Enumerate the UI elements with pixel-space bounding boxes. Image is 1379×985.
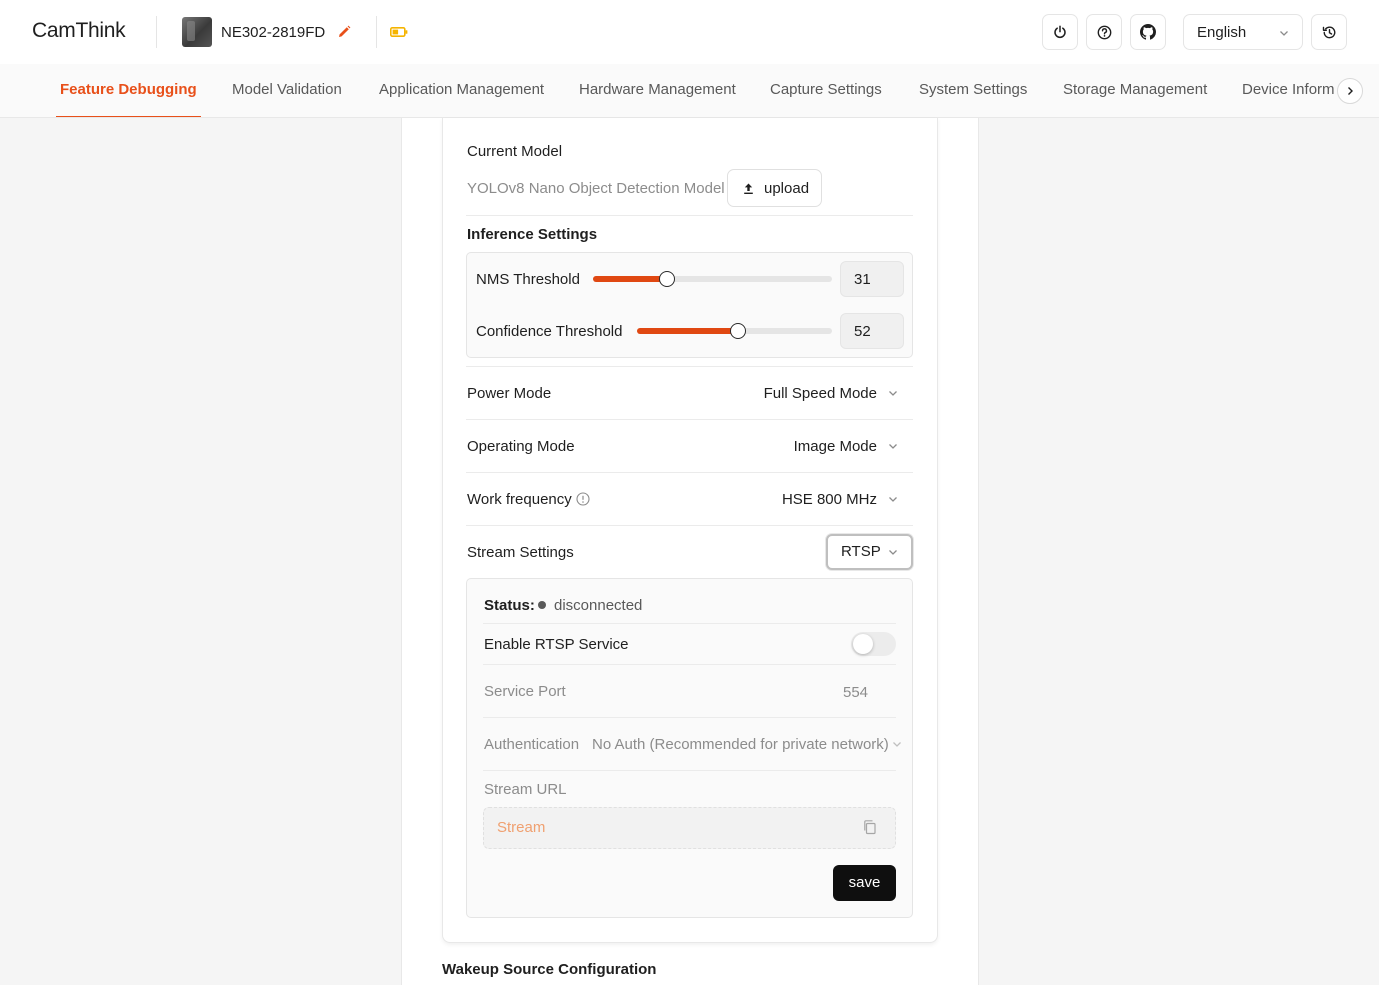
device-name: NE302-2819FD — [221, 24, 326, 41]
authentication-select[interactable]: No Auth (Recommended for private network… — [592, 736, 889, 753]
service-port-input[interactable]: 554 — [843, 684, 868, 701]
chevron-right-icon — [1348, 87, 1353, 95]
chevron-down-icon — [1280, 31, 1288, 36]
tab-bar: Feature Debugging Model Validation Appli… — [0, 64, 1379, 118]
upload-icon — [744, 183, 753, 194]
nms-threshold-input[interactable]: 31 — [840, 261, 904, 297]
edit-icon[interactable] — [336, 24, 352, 40]
power-mode-label: Power Mode — [467, 385, 552, 402]
divider — [466, 419, 913, 420]
power-icon — [1054, 25, 1066, 39]
divider — [483, 770, 896, 771]
status-value: disconnected — [554, 597, 643, 614]
tab-feature-debugging[interactable]: Feature Debugging — [56, 64, 201, 117]
tab-capture-settings[interactable]: Capture Settings — [770, 64, 882, 117]
nms-threshold-slider[interactable] — [593, 271, 832, 287]
chevron-down-icon[interactable] — [887, 440, 899, 452]
enable-rtsp-label: Enable RTSP Service — [484, 636, 629, 653]
tab-system-settings[interactable]: System Settings — [919, 64, 1027, 117]
device-thumbnail-icon — [182, 17, 212, 47]
upload-label: upload — [764, 179, 810, 197]
status-label: Status: — [484, 597, 535, 614]
battery-icon — [390, 26, 408, 37]
save-button[interactable]: save — [833, 865, 896, 901]
nms-threshold-label: NMS Threshold — [476, 271, 580, 288]
language-select[interactable]: English — [1183, 14, 1303, 50]
operating-mode-select[interactable]: Image Mode — [794, 438, 877, 455]
stream-protocol-value: RTSP — [841, 543, 881, 560]
chevron-down-icon[interactable] — [887, 387, 899, 399]
history-icon — [1322, 26, 1335, 38]
divider — [466, 525, 913, 526]
work-frequency-label: Work frequency — [467, 491, 572, 508]
help-icon — [1097, 25, 1111, 39]
stream-url-field[interactable]: Stream — [483, 807, 896, 849]
divider — [466, 366, 913, 367]
power-mode-select[interactable]: Full Speed Mode — [764, 385, 877, 402]
help-button[interactable] — [1086, 14, 1122, 50]
copy-icon[interactable] — [862, 819, 878, 835]
divider — [483, 664, 896, 665]
language-value: English — [1197, 23, 1247, 41]
divider — [466, 472, 913, 473]
tab-model-validation[interactable]: Model Validation — [232, 64, 342, 117]
power-button[interactable] — [1042, 14, 1078, 50]
history-button[interactable] — [1311, 14, 1347, 50]
confidence-threshold-input[interactable]: 52 — [840, 313, 904, 349]
tabs-scroll-right-button[interactable] — [1337, 78, 1363, 104]
header-divider — [376, 16, 377, 48]
header-divider — [156, 16, 157, 48]
chevron-down-icon[interactable] — [891, 738, 903, 750]
stream-protocol-select[interactable]: RTSP — [826, 534, 913, 570]
tab-storage-management[interactable]: Storage Management — [1063, 64, 1207, 117]
tab-device-information[interactable]: Device Inform — [1242, 64, 1335, 117]
app-header: CamThink NE302-2819FD English — [0, 0, 1379, 64]
operating-mode-label: Operating Mode — [467, 438, 575, 455]
tab-application-management[interactable]: Application Management — [379, 64, 544, 117]
stream-settings-label: Stream Settings — [467, 544, 574, 561]
info-icon[interactable] — [576, 492, 590, 506]
enable-rtsp-toggle[interactable] — [851, 632, 896, 656]
confidence-slider-fill — [637, 328, 739, 334]
nms-slider-fill — [593, 276, 668, 282]
github-icon — [1140, 24, 1156, 40]
github-button[interactable] — [1130, 14, 1166, 50]
confidence-threshold-slider[interactable] — [637, 323, 832, 339]
service-port-label: Service Port — [484, 683, 566, 700]
divider — [466, 215, 913, 216]
chevron-down-icon — [889, 550, 897, 555]
camthink-logo: CamThink — [32, 19, 126, 42]
work-frequency-select[interactable]: HSE 800 MHz — [782, 491, 877, 508]
current-model-name: YOLOv8 Nano Object Detection Model — [467, 180, 725, 197]
upload-button[interactable]: upload — [727, 169, 822, 207]
divider — [483, 623, 896, 624]
chevron-down-icon[interactable] — [887, 493, 899, 505]
nms-slider-handle[interactable] — [659, 271, 676, 287]
inference-settings-title: Inference Settings — [467, 226, 598, 243]
confidence-threshold-label: Confidence Threshold — [476, 323, 623, 340]
stream-url-label: Stream URL — [484, 781, 567, 798]
wakeup-source-title: Wakeup Source Configuration — [442, 961, 657, 978]
authentication-label: Authentication — [484, 736, 580, 753]
divider — [483, 717, 896, 718]
tab-hardware-management[interactable]: Hardware Management — [579, 64, 736, 117]
status-indicator-dot — [538, 601, 546, 609]
current-model-label: Current Model — [467, 143, 563, 160]
